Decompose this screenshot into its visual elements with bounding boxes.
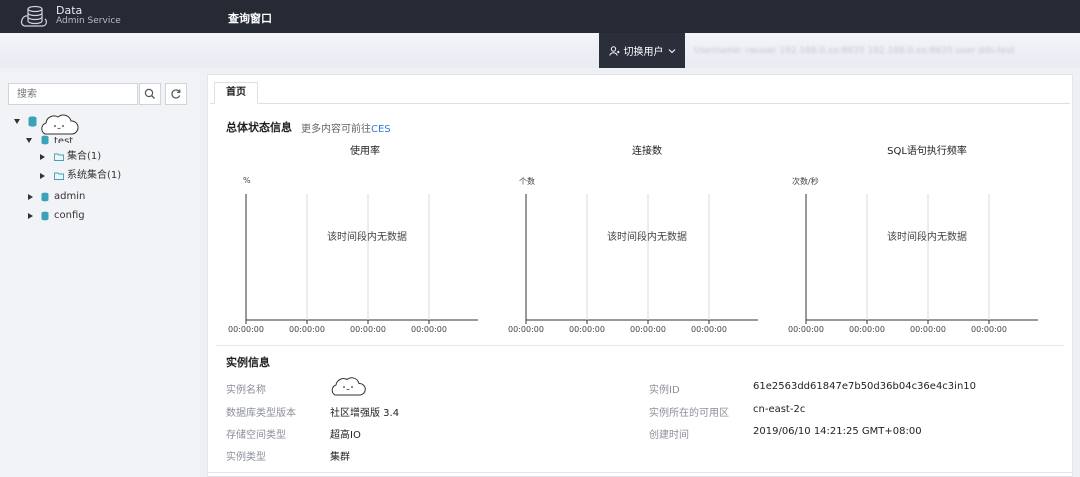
instance-id-label: 实例ID <box>649 385 680 396</box>
tree-expand-icon[interactable] <box>14 119 20 124</box>
x-tick-label: 00:00:00 <box>350 325 386 334</box>
chart-title-connections: 连接数 <box>632 146 662 157</box>
object-tree-panel: test 集合(1) 系统集合(1) admin config <box>0 72 200 477</box>
availability-zone-label: 实例所在的可用区 <box>649 408 729 419</box>
tab-bar-divider <box>210 103 1070 104</box>
no-data-message: 该时间段内无数据 <box>607 230 687 243</box>
chevron-down-icon <box>668 48 675 53</box>
database-icon <box>41 135 49 145</box>
sql-frequency-chart: 00:00:00 00:00:00 00:00:00 00:00:00 该时间段内无数据 <box>788 194 1038 334</box>
tree-item-config[interactable]: config <box>54 209 85 223</box>
instance-name-label: 实例名称 <box>226 385 266 396</box>
storage-type-label: 存储空间类型 <box>226 430 286 441</box>
chart-unit-sql-frequency: 次数/秒 <box>792 177 819 186</box>
database-logo-icon <box>20 5 47 27</box>
top-bar: Data Admin Service 查询窗口 <box>0 0 1080 33</box>
instance-section-title: 实例信息 <box>226 356 270 369</box>
database-icon <box>41 211 49 221</box>
x-tick-label: 00:00:00 <box>569 325 605 334</box>
search-input[interactable] <box>8 83 138 105</box>
tree-item-test[interactable]: test <box>54 133 73 143</box>
no-data-message: 该时间段内无数据 <box>887 230 967 243</box>
status-section-title: 总体状态信息 <box>226 121 292 134</box>
storage-type-value: 超高IO <box>330 430 361 441</box>
search-button[interactable] <box>139 83 161 105</box>
x-tick-label: 00:00:00 <box>411 325 447 334</box>
x-tick-label: 00:00:00 <box>228 325 264 334</box>
connection-info: Username: rwuser 192.168.0.xx:8635 192.1… <box>694 46 1015 56</box>
switch-user-label: 切换用户 <box>623 47 664 58</box>
refresh-button[interactable] <box>165 83 187 105</box>
db-version-value: 社区增强版 3.4 <box>330 408 400 419</box>
instance-icon <box>28 116 37 127</box>
instance-type-value: 集群 <box>330 452 350 463</box>
x-tick-label: 00:00:00 <box>508 325 544 334</box>
folder-icon <box>54 153 64 161</box>
chart-title-sql-frequency: SQL语句执行频率 <box>887 146 967 157</box>
db-version-label: 数据库类型版本 <box>226 408 296 419</box>
tree-item-collections[interactable]: 集合(1) <box>67 150 101 164</box>
tree-expand-icon[interactable] <box>28 194 33 200</box>
database-icon <box>41 192 49 202</box>
x-tick-label: 00:00:00 <box>691 325 727 334</box>
created-time-value: 2019/06/10 14:21:25 GMT+08:00 <box>753 426 922 437</box>
brand-name: Data <box>56 4 83 17</box>
x-tick-label: 00:00:00 <box>630 325 666 334</box>
availability-zone-value: cn-east-2c <box>753 404 806 415</box>
instance-id-value: 61e2563dd61847e7b50d36b04c36e4c3in10 <box>753 381 977 392</box>
tree-expand-icon[interactable] <box>28 213 33 219</box>
connections-chart: 00:00:00 00:00:00 00:00:00 00:00:00 该时间段内无数据 <box>508 194 758 334</box>
usage-chart: 00:00:00 00:00:00 00:00:00 00:00:00 该时间段内无数据 <box>228 194 478 334</box>
chart-unit-usage: % <box>243 176 251 185</box>
tree-expand-icon[interactable] <box>26 138 32 143</box>
ces-link[interactable]: CES <box>371 124 391 135</box>
switch-user-button[interactable]: 切换用户 <box>599 33 685 68</box>
tab-home[interactable]: 首页 <box>214 82 258 104</box>
tree-item-admin[interactable]: admin <box>54 190 85 204</box>
query-window-tab[interactable]: 查询窗口 <box>228 10 272 26</box>
cloud-mask-icon <box>331 377 366 396</box>
folder-icon <box>54 172 64 180</box>
instance-type-label: 实例类型 <box>226 452 266 463</box>
x-tick-label: 00:00:00 <box>289 325 325 334</box>
chart-unit-connections: 个数 <box>519 177 535 186</box>
x-tick-label: 00:00:00 <box>849 325 885 334</box>
x-tick-label: 00:00:00 <box>910 325 946 334</box>
x-tick-label: 00:00:00 <box>788 325 824 334</box>
no-data-message: 该时间段内无数据 <box>327 230 407 243</box>
more-info-prefix: 更多内容可前往 <box>301 124 371 135</box>
brand-subtitle: Admin Service <box>56 16 121 26</box>
panel-bottom-border <box>207 472 1073 473</box>
refresh-icon <box>171 89 181 99</box>
tree-expand-icon[interactable] <box>40 173 45 179</box>
created-time-label: 创建时间 <box>649 430 689 441</box>
tree-expand-icon[interactable] <box>40 154 45 160</box>
tree-item-system-collections[interactable]: 系统集合(1) <box>67 169 121 183</box>
section-divider <box>216 345 1064 346</box>
user-switch-icon <box>608 45 620 56</box>
more-info-text: 更多内容可前往CES <box>301 120 391 135</box>
chart-title-usage: 使用率 <box>350 146 380 157</box>
x-tick-label: 00:00:00 <box>971 325 1007 334</box>
search-icon <box>144 88 155 99</box>
